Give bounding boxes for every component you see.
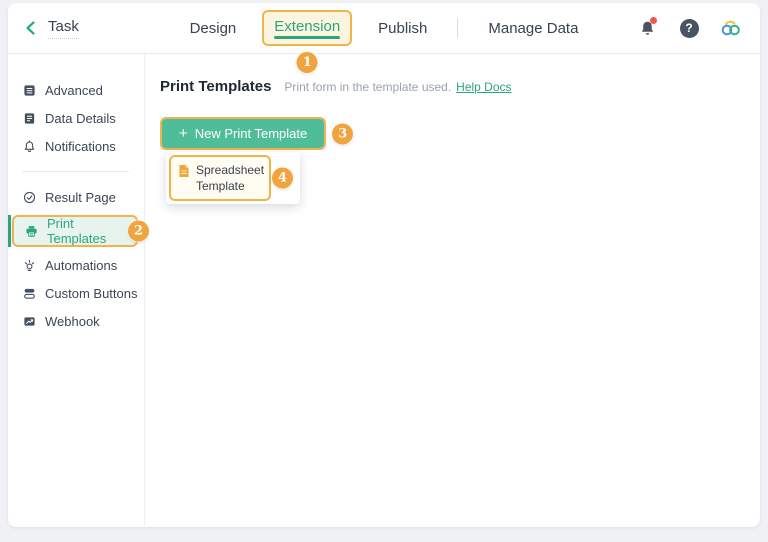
sidebar-divider [22, 171, 129, 172]
sidebar-item-label: Custom Buttons [45, 285, 138, 301]
sidebar-item-label: Data Details [45, 110, 116, 126]
bell-outline-icon [22, 140, 36, 153]
sidebar-item-result-page[interactable]: Result Page [8, 183, 144, 211]
question-mark-icon: ? [679, 18, 699, 38]
plus-icon: + [179, 125, 188, 142]
back-chevron-icon [23, 20, 39, 36]
new-print-template-button[interactable]: + New Print Template [162, 119, 325, 148]
sidebar-item-custom-buttons[interactable]: Custom Buttons [8, 279, 144, 307]
database-icon [22, 84, 36, 97]
automation-bulb-icon [22, 259, 36, 272]
sidebar-item-label: Result Page [45, 189, 116, 205]
annotation-badge-2: 2 [128, 220, 149, 242]
logo-icon [720, 20, 742, 37]
printer-icon [24, 225, 38, 238]
document-icon [22, 112, 36, 125]
annotation-badge-1: 1 [296, 52, 318, 73]
sidebar-item-print-templates[interactable]: Print Templates 2 [8, 215, 149, 247]
tab-extension-label: Extension [274, 18, 341, 35]
webhook-icon [22, 315, 36, 328]
annotation-badge-3: 3 [332, 123, 354, 144]
app-window: Task Design Extension 1 Publish Manage D… [8, 3, 760, 527]
menu-item-spreadsheet-template[interactable]: Spreadsheet Template [169, 155, 271, 202]
app-logo[interactable] [720, 17, 742, 39]
template-type-dropdown: Spreadsheet Template 4 [166, 152, 300, 205]
sidebar-item-label: Print Templates [47, 216, 107, 246]
page-subtitle: Print form in the template used. [284, 80, 452, 94]
sidebar-item-label: Notifications [45, 138, 116, 154]
notifications-bell-button[interactable] [636, 17, 658, 39]
tab-manage-data[interactable]: Manage Data [488, 20, 578, 37]
help-button[interactable]: ? [678, 17, 700, 39]
tab-extension[interactable]: Extension 1 [262, 10, 353, 73]
sidebar-item-label: Webhook [45, 313, 100, 329]
new-template-area: + New Print Template 3 Spreadsheet Templ… [160, 117, 354, 205]
check-circle-icon [22, 191, 36, 204]
menu-item-label: Spreadsheet Template [196, 163, 265, 194]
main-content: Print Templates Print form in the templa… [145, 54, 760, 526]
body: Advanced Data Details Notifications Resu… [8, 54, 760, 526]
new-print-template-label: New Print Template [194, 126, 308, 141]
page-title: Print Templates [160, 78, 272, 95]
sidebar-item-label: Advanced [45, 82, 103, 98]
sidebar-item-webhook[interactable]: Webhook [8, 307, 144, 335]
tab-publish[interactable]: Publish [378, 20, 427, 37]
sidebar-item-label: Automations [45, 257, 118, 273]
heading-row: Print Templates Print form in the templa… [160, 78, 740, 95]
tab-design[interactable]: Design [190, 20, 237, 37]
nav-divider [457, 18, 459, 38]
spreadsheet-file-icon [178, 164, 190, 178]
sidebar-item-data-details[interactable]: Data Details [8, 104, 144, 132]
form-title[interactable]: Task [48, 18, 79, 39]
help-docs-link[interactable]: Help Docs [456, 80, 511, 94]
sidebar-item-advanced[interactable]: Advanced [8, 76, 144, 104]
notification-dot [650, 17, 657, 24]
annotation-badge-4: 4 [272, 167, 293, 189]
sidebar-item-notifications[interactable]: Notifications [8, 132, 144, 160]
stacked-buttons-icon [22, 287, 36, 300]
sidebar: Advanced Data Details Notifications Resu… [8, 54, 149, 526]
top-right-icons: ? [636, 17, 742, 39]
top-bar: Task Design Extension 1 Publish Manage D… [8, 3, 760, 73]
sidebar-item-automations[interactable]: Automations [8, 251, 144, 279]
back-button[interactable] [20, 17, 42, 39]
annotation-frame-button: + New Print Template [160, 117, 327, 150]
